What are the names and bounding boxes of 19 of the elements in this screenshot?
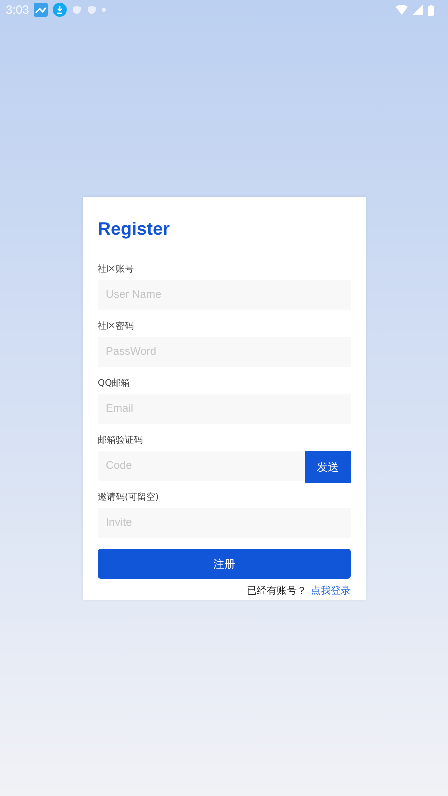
register-button[interactable]: 注册 (98, 549, 351, 579)
field-label: 邮箱验证码 (98, 435, 144, 447)
field-label: 社区密码 (98, 321, 135, 333)
form-title: Register (98, 219, 172, 240)
field-label: 邀请码(可留空) (98, 492, 160, 504)
login-link[interactable]: 点我登录 (311, 584, 351, 598)
battery-icon (428, 4, 434, 16)
dot-icon (102, 8, 106, 12)
status-time: 3:03 (6, 3, 30, 17)
download-icon (53, 3, 68, 17)
field-label: 社区账号 (98, 264, 135, 276)
shield-icon (72, 5, 82, 15)
send-button[interactable]: 发送 (305, 451, 351, 483)
wifi-icon (396, 5, 408, 15)
gallery-icon (34, 3, 48, 17)
field-label: QQ邮箱 (98, 378, 132, 390)
signal-icon (413, 5, 423, 15)
login-prompt: 已经有账号？ (247, 584, 307, 598)
shield-icon (87, 5, 98, 15)
